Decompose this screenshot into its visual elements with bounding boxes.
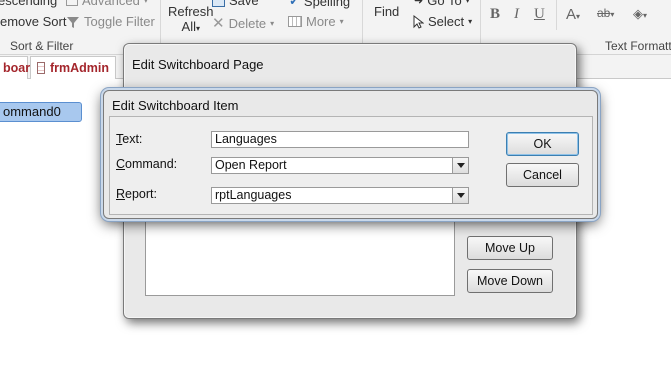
report-value: rptLanguages [215,188,292,202]
advanced-icon [66,0,78,6]
chevron-down-icon[interactable] [452,188,468,203]
command-dropdown[interactable]: Open Report [211,157,469,174]
chevron-down-icon: ▾ [270,18,275,28]
chevron-down-icon: ▾ [465,0,470,5]
spelling-button[interactable]: ✓ Spelling [289,0,350,9]
text-field-label: Text: [116,132,143,146]
italic-button[interactable]: I [514,6,519,23]
cancel-label: Cancel [523,168,562,182]
remove-sort-label: emove Sort [0,14,67,29]
select-label: Select [428,14,465,29]
underline-button[interactable]: U [534,6,545,23]
select-button[interactable]: Select ▾ [413,14,472,29]
advanced-filter-button[interactable]: Advanced ▾ [66,0,148,8]
remove-sort-button[interactable]: emove Sort [0,14,66,29]
find-button[interactable]: Find [374,4,399,19]
command-value: Open Report [215,158,287,172]
dialog-title: Edit Switchboard Item [112,98,239,113]
chevron-down-icon: ▾ [143,0,148,5]
tab-frmadmin[interactable]: frmAdmin [30,56,116,79]
save-label: Save [229,0,259,8]
sort-filter-group-label: Sort & Filter [10,39,74,53]
spelling-check-icon: ✓ [289,0,300,8]
goto-label: Go To [427,0,462,8]
text-formatting-group-label: Text Formatti [605,39,671,53]
toggle-filter-button[interactable]: Toggle Filter [66,14,155,29]
delete-label: Delete [228,15,267,31]
refresh-all-sub: All▾ [182,19,200,36]
edit-switchboard-item-dialog: Edit Switchboard Item Text: Languages Co… [103,90,598,219]
sort-descending-button[interactable]: escending [0,0,57,8]
tab-label: frmAdmin [49,61,109,75]
find-label: Find [374,4,400,19]
bold-button[interactable]: B [490,6,500,23]
delete-icon: ✕ [212,15,225,32]
delete-button[interactable]: ✕ Delete ▾ [212,14,274,32]
toggle-filter-label: Toggle Filter [84,14,155,29]
report-dropdown[interactable]: rptLanguages [211,187,469,204]
chevron-down-icon: ▾ [610,10,615,19]
chevron-down-icon: ▾ [468,17,473,26]
fill-color-button[interactable]: ◈▾ [633,6,647,22]
chevron-down-icon: ▾ [195,24,200,33]
ok-button[interactable]: OK [506,132,579,156]
cursor-arrow-icon [413,14,424,29]
goto-arrow-icon: ➜ [414,0,424,7]
report-field-label: Report: [116,187,157,201]
save-button[interactable]: Save [212,0,259,8]
filter-icon [67,16,79,28]
format-divider [556,0,557,30]
refresh-all-label: All [181,19,196,34]
text-field[interactable]: Languages [211,131,469,148]
sort-descending-label: escending [0,0,58,8]
more-button[interactable]: More ▾ [288,14,344,29]
cancel-button[interactable]: Cancel [506,163,579,187]
move-down-button[interactable]: Move Down [467,269,553,293]
save-icon [212,0,225,7]
chevron-down-icon: ▾ [339,17,344,26]
ok-label: OK [533,137,552,151]
move-down-label: Move Down [477,274,543,288]
spelling-label: Spelling [303,0,351,9]
refresh-label: Refresh [168,4,214,19]
dialog-body: Text: Languages Command: Open Report Rep… [109,116,593,215]
command-button[interactable]: ommand0 [0,102,82,122]
font-color-icon: A [566,6,577,23]
font-color-button[interactable]: A▾ [566,6,580,23]
more-icon [288,16,302,27]
move-up-label: Move Up [484,241,536,255]
items-list[interactable] [145,214,455,296]
paint-bucket-icon: ◈ [633,6,643,21]
command-field-label: Command: [116,157,178,171]
chevron-down-icon: ▾ [643,11,648,20]
highlight-icon: ab [597,6,611,20]
refresh-all-button[interactable]: Refresh All▾ [168,4,214,36]
dialog-title: Edit Switchboard Page [132,57,264,72]
tab-switchboard[interactable]: board [0,56,38,79]
chevron-down-icon: ▾ [576,12,581,21]
goto-button[interactable]: ➜ Go To ▾ [414,0,470,8]
chevron-down-icon[interactable] [452,158,468,173]
more-label: More [306,14,336,29]
form-icon [37,62,45,74]
advanced-label: Advanced [82,0,140,8]
move-up-button[interactable]: Move Up [467,236,553,260]
highlight-button[interactable]: ab▾ [597,6,614,20]
